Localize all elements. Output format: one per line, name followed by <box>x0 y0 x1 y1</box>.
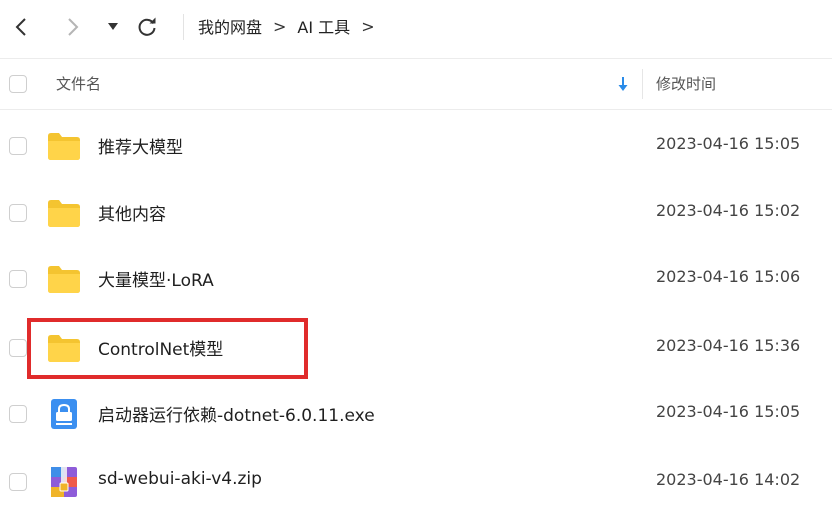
file-name: 大量模型·LoRA <box>98 271 214 291</box>
zip-archive-icon <box>51 467 77 497</box>
breadcrumb-item-my-drive[interactable]: 我的网盘 <box>198 14 262 38</box>
back-button[interactable] <box>8 12 34 42</box>
folder-icon <box>48 133 80 160</box>
table-header: 文件名 修改时间 <box>0 58 832 110</box>
forward-button[interactable] <box>60 12 86 42</box>
caret-down-icon <box>108 23 118 30</box>
history-dropdown-button[interactable] <box>102 12 124 42</box>
column-header-name[interactable]: 文件名 <box>56 73 101 94</box>
table-row[interactable]: sd-webui-aki-v4.zip 2023-04-16 14:02 <box>0 449 832 515</box>
toolbar-divider <box>183 14 184 40</box>
table-row[interactable]: ControlNet模型 2023-04-16 15:36 <box>0 315 832 381</box>
table-row[interactable]: 其他内容 2023-04-16 15:02 <box>0 180 832 246</box>
row-checkbox[interactable] <box>9 339 27 357</box>
breadcrumb: 我的网盘 > AI 工具 > <box>198 0 386 52</box>
breadcrumb-item-ai-tools[interactable]: AI 工具 <box>297 14 350 38</box>
file-name: sd-webui-aki-v4.zip <box>98 469 262 489</box>
refresh-icon <box>138 17 156 36</box>
folder-icon <box>48 200 80 227</box>
column-header-modified[interactable]: 修改时间 <box>656 73 716 94</box>
file-modified-date: 2023-04-16 15:05 <box>656 134 801 153</box>
folder-icon <box>48 335 80 362</box>
file-name: 推荐大模型 <box>98 138 183 158</box>
select-all-checkbox[interactable] <box>9 75 27 93</box>
row-checkbox[interactable] <box>9 204 27 222</box>
toolbar: 我的网盘 > AI 工具 > <box>0 0 832 56</box>
breadcrumb-separator: > <box>273 16 287 36</box>
installer-icon <box>51 399 77 429</box>
table-row[interactable]: 启动器运行依赖-dotnet-6.0.11.exe 2023-04-16 15:… <box>0 381 832 447</box>
file-modified-date: 2023-04-16 15:06 <box>656 267 801 286</box>
file-name: ControlNet模型 <box>98 340 224 360</box>
file-modified-date: 2023-04-16 15:02 <box>656 201 801 220</box>
file-modified-date: 2023-04-16 15:05 <box>656 402 801 421</box>
row-checkbox[interactable] <box>9 137 27 155</box>
column-divider[interactable] <box>642 69 643 99</box>
table-row[interactable]: 大量模型·LoRA 2023-04-16 15:06 <box>0 246 832 312</box>
chevron-left-icon <box>15 18 26 36</box>
row-checkbox[interactable] <box>9 405 27 423</box>
arrow-down-icon[interactable] <box>617 76 629 92</box>
row-checkbox[interactable] <box>9 473 27 491</box>
folder-icon <box>48 266 80 293</box>
row-checkbox[interactable] <box>9 270 27 288</box>
chevron-right-icon <box>68 18 79 36</box>
file-modified-date: 2023-04-16 15:36 <box>656 336 801 355</box>
file-name: 其他内容 <box>98 205 166 225</box>
breadcrumb-separator[interactable]: > <box>361 17 374 36</box>
table-row[interactable]: 推荐大模型 2023-04-16 15:05 <box>0 113 832 179</box>
refresh-button[interactable] <box>132 12 162 42</box>
file-modified-date: 2023-04-16 14:02 <box>656 470 801 489</box>
file-name: 启动器运行依赖-dotnet-6.0.11.exe <box>98 406 375 426</box>
